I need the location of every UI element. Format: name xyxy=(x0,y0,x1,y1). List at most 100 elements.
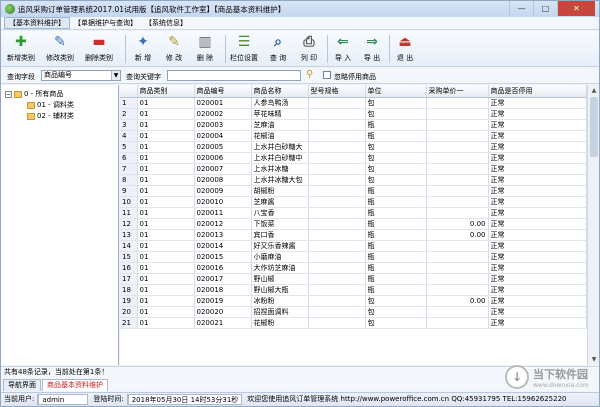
column-header[interactable]: 商品编号 xyxy=(194,85,252,98)
table-cell[interactable] xyxy=(308,141,366,153)
table-cell[interactable]: 瓶 xyxy=(365,207,427,219)
table-cell[interactable]: 正常 xyxy=(488,229,587,241)
table-row[interactable]: 13 01 020013 宾口香 瓶 0.00 正常 xyxy=(120,229,587,241)
table-cell[interactable]: 包 xyxy=(365,317,427,329)
table-cell[interactable] xyxy=(308,97,366,109)
table-cell[interactable]: 包 xyxy=(365,163,427,175)
row-number[interactable]: 11 xyxy=(120,207,138,219)
row-number[interactable]: 18 xyxy=(120,284,138,296)
table-cell[interactable] xyxy=(308,130,366,142)
table-cell[interactable]: 瓶 xyxy=(365,130,427,142)
table-cell[interactable]: 01 xyxy=(137,163,195,175)
table-cell[interactable]: 瓶 xyxy=(365,196,427,208)
table-cell[interactable]: 020014 xyxy=(194,240,252,252)
table-cell[interactable]: 01 xyxy=(137,229,195,241)
table-row[interactable]: 16 01 020016 大作坊芝麻油 瓶 正常 xyxy=(120,262,587,274)
table-cell[interactable]: 01 xyxy=(137,130,195,142)
table-cell[interactable] xyxy=(426,174,489,186)
table-cell[interactable] xyxy=(308,229,366,241)
table-cell[interactable]: 020019 xyxy=(194,295,252,307)
table-row[interactable]: 21 01 020021 花椒粉 包 正常 xyxy=(120,317,587,329)
table-cell[interactable] xyxy=(426,240,489,252)
table-cell[interactable]: 正常 xyxy=(488,185,587,197)
delete-button[interactable]: ▥ 删 除 xyxy=(195,33,215,65)
table-row[interactable]: 6 01 020006 上水井白砂糖中 包 正常 xyxy=(120,152,587,164)
table-cell[interactable]: 0.00 xyxy=(426,218,489,230)
column-header[interactable]: 商品是否停用 xyxy=(488,85,587,98)
table-cell[interactable]: 芝麻油 xyxy=(251,119,309,131)
column-header[interactable]: 采购单价一 xyxy=(426,85,489,98)
table-cell[interactable]: 瓶 xyxy=(365,262,427,274)
table-cell[interactable]: 瓶 xyxy=(365,251,427,263)
close-button[interactable]: ✕ xyxy=(557,1,595,16)
table-cell[interactable]: 上水井白砂糖中 xyxy=(251,152,309,164)
table-cell[interactable] xyxy=(308,295,366,307)
table-cell[interactable]: 上水井白砂糖大 xyxy=(251,141,309,153)
table-row[interactable]: 5 01 020005 上水井白砂糖大 包 正常 xyxy=(120,141,587,153)
table-cell[interactable]: 01 xyxy=(137,152,195,164)
table-cell[interactable]: 正常 xyxy=(488,163,587,175)
table-cell[interactable]: 01 xyxy=(137,141,195,153)
column-header[interactable]: 单位 xyxy=(365,85,427,98)
table-cell[interactable]: 包 xyxy=(365,108,427,120)
table-cell[interactable] xyxy=(308,240,366,252)
table-cell[interactable]: 野山椒 xyxy=(251,273,309,285)
table-row[interactable]: 18 01 020018 野山椒大瓶 瓶 正常 xyxy=(120,284,587,296)
row-number[interactable]: 1 xyxy=(120,97,138,109)
tree-item[interactable]: 01 - 调料类 xyxy=(27,100,74,110)
table-cell[interactable]: 020012 xyxy=(194,218,252,230)
table-cell[interactable]: 正常 xyxy=(488,262,587,274)
table-cell[interactable]: 宾口香 xyxy=(251,229,309,241)
column-header[interactable]: 商品类别 xyxy=(137,85,195,98)
table-cell[interactable]: 正常 xyxy=(488,119,587,131)
table-cell[interactable]: 01 xyxy=(137,185,195,197)
table-cell[interactable] xyxy=(308,317,366,329)
table-cell[interactable] xyxy=(426,185,489,197)
table-cell[interactable]: 花椒油 xyxy=(251,130,309,142)
delete-category-button[interactable]: ▬ 删除类别 xyxy=(85,33,113,65)
table-cell[interactable] xyxy=(308,262,366,274)
table-cell[interactable]: 正常 xyxy=(488,306,587,318)
ignore-disabled-checkbox[interactable] xyxy=(323,71,331,79)
table-cell[interactable]: 01 xyxy=(137,273,195,285)
table-row[interactable]: 1 01 020001 人参鸟鸭汤 包 正常 xyxy=(120,97,587,109)
table-cell[interactable]: 01 xyxy=(137,108,195,120)
table-cell[interactable] xyxy=(308,119,366,131)
table-cell[interactable]: 正常 xyxy=(488,317,587,329)
table-cell[interactable] xyxy=(426,207,489,219)
table-row[interactable]: 12 01 020012 下饭菜 瓶 0.00 正常 xyxy=(120,218,587,230)
table-cell[interactable] xyxy=(426,306,489,318)
table-cell[interactable]: 冰粉粉 xyxy=(251,295,309,307)
table-cell[interactable]: 包 xyxy=(365,152,427,164)
table-cell[interactable]: 正常 xyxy=(488,218,587,230)
table-cell[interactable]: 01 xyxy=(137,97,195,109)
table-cell[interactable]: 01 xyxy=(137,196,195,208)
table-cell[interactable] xyxy=(426,97,489,109)
table-cell[interactable] xyxy=(308,306,366,318)
table-cell[interactable]: 正常 xyxy=(488,273,587,285)
table-cell[interactable] xyxy=(308,273,366,285)
table-cell[interactable]: 上水井冰糖大包 xyxy=(251,174,309,186)
row-number[interactable]: 2 xyxy=(120,108,138,120)
collapse-icon[interactable]: − xyxy=(5,90,12,98)
table-cell[interactable]: 020013 xyxy=(194,229,252,241)
table-cell[interactable]: 小磨麻油 xyxy=(251,251,309,263)
table-cell[interactable]: 瓶 xyxy=(365,284,427,296)
table-cell[interactable]: 正常 xyxy=(488,97,587,109)
table-cell[interactable] xyxy=(308,174,366,186)
table-row[interactable]: 19 01 020019 冰粉粉 包 0.00 正常 xyxy=(120,295,587,307)
row-number[interactable]: 5 xyxy=(120,141,138,153)
row-number[interactable]: 3 xyxy=(120,119,138,131)
table-cell[interactable]: 0.00 xyxy=(426,295,489,307)
new-button[interactable]: ✦ 新 增 xyxy=(133,33,153,65)
table-row[interactable]: 9 01 020009 胡椒粉 瓶 正常 xyxy=(120,185,587,197)
table-cell[interactable]: 020016 xyxy=(194,262,252,274)
row-number[interactable]: 21 xyxy=(120,317,138,329)
table-cell[interactable]: 正常 xyxy=(488,152,587,164)
scroll-up-icon[interactable]: ▲ xyxy=(588,85,599,96)
table-cell[interactable] xyxy=(426,163,489,175)
table-cell[interactable]: 正常 xyxy=(488,196,587,208)
maximize-button[interactable]: □ xyxy=(533,1,557,16)
table-cell[interactable] xyxy=(426,262,489,274)
table-cell[interactable]: 01 xyxy=(137,317,195,329)
